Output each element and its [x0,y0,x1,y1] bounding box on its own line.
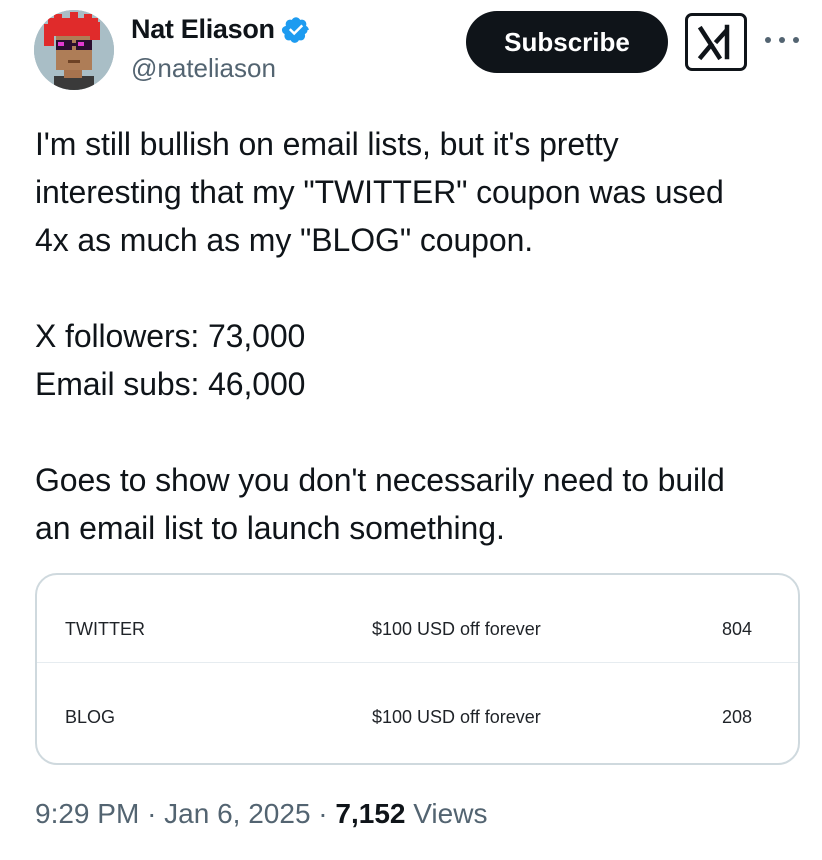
coupon-table-image[interactable]: TWITTER $100 USD off forever 804 BLOG $1… [35,573,800,765]
coupon-code: BLOG [65,707,116,727]
more-icon-dot [765,37,771,43]
grok-button[interactable] [685,13,747,71]
coupon-description: $100 USD off forever [372,619,541,639]
tweet-text: I'm still bullish on email lists, but it… [35,120,805,552]
tweet-time[interactable]: 9:29 PM [35,798,139,829]
more-options-button[interactable] [765,30,799,50]
tweet-line: 4x as much as my "BLOG" coupon. [35,222,534,258]
table-row: TWITTER $100 USD off forever 804 [37,575,798,663]
more-icon-dot [779,37,785,43]
table-row: BLOG $100 USD off forever 208 [37,663,798,751]
coupon-code: TWITTER [65,619,145,639]
coupon-description: $100 USD off forever [372,707,541,727]
tweet-line: interesting that my "TWITTER" coupon was… [35,174,724,210]
author-name-row: Nat Eliason [131,14,311,45]
meta-separator: · [318,798,328,829]
verified-badge-icon [281,16,309,43]
tweet-line: Email subs: 46,000 [35,366,306,402]
author-display-name[interactable]: Nat Eliason [131,14,275,45]
views-count: 7,152 [335,798,406,829]
views-label: Views [413,798,488,829]
coupon-redemptions: 804 [721,619,752,639]
coupon-redemptions: 208 [721,707,752,727]
avatar-image [34,10,114,90]
tweet-line: an email list to launch something. [35,510,505,546]
tweet-line: Goes to show you don't necessarily need … [35,462,725,498]
tweet-date[interactable]: Jan 6, 2025 [164,798,310,829]
tweet-line: I'm still bullish on email lists, but it… [35,126,619,162]
meta-separator: · [147,798,157,829]
author-handle[interactable]: @nateliason [131,53,276,84]
tweet-meta: 9:29 PM · Jan 6, 2025 · 7,152 Views [35,798,487,830]
more-icon-dot [793,37,799,43]
subscribe-button[interactable]: Subscribe [466,11,668,73]
tweet-line: X followers: 73,000 [35,318,306,354]
avatar[interactable] [34,10,114,90]
grok-icon [697,24,730,61]
